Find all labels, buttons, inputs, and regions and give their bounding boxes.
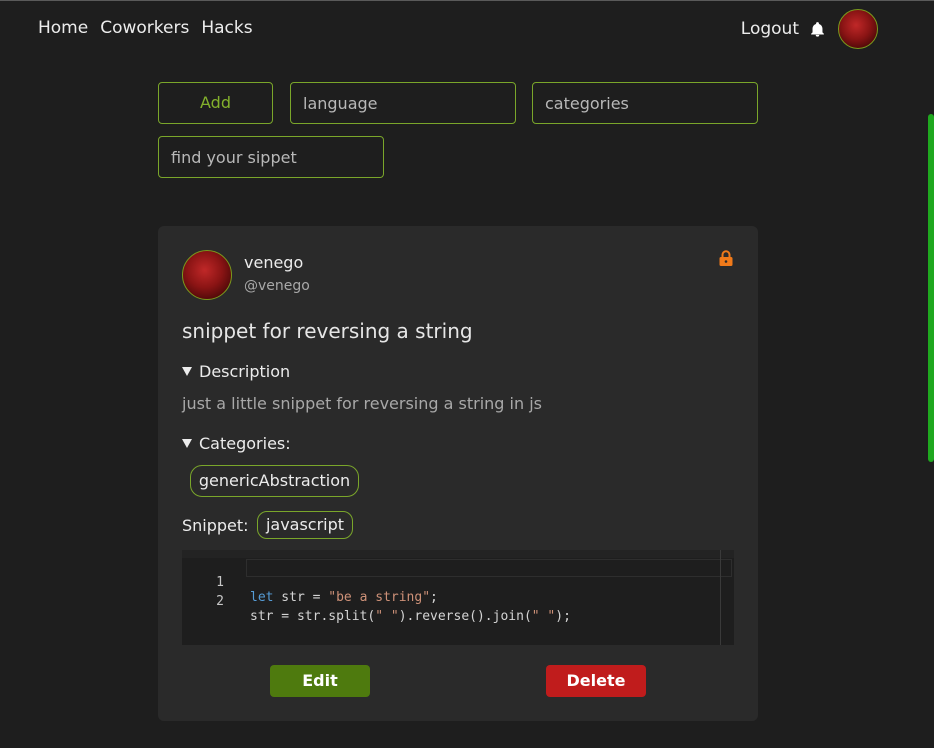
code-editor[interactable]: 1 let str = "be a string"; 2 str = str.s… bbox=[182, 550, 734, 645]
categories-filter-input[interactable] bbox=[532, 82, 758, 124]
user-nav: Logout bbox=[741, 9, 878, 49]
snippet-card: venego @venego snippet for reversing a s… bbox=[158, 226, 758, 721]
logout-link[interactable]: Logout bbox=[741, 19, 799, 39]
author-handle: @venego bbox=[244, 278, 310, 294]
user-avatar[interactable] bbox=[838, 9, 878, 49]
description-label: Description bbox=[199, 362, 291, 381]
language-tag[interactable]: javascript bbox=[257, 511, 353, 539]
code-text: let str = "be a string"; bbox=[250, 590, 438, 605]
line-number: 2 bbox=[216, 594, 224, 609]
expanded-triangle-icon bbox=[182, 439, 192, 448]
author-avatar[interactable] bbox=[182, 250, 232, 300]
top-border bbox=[0, 0, 934, 1]
snippet-description: just a little snippet for reversing a st… bbox=[182, 394, 542, 413]
main-nav: Home Coworkers Hacks bbox=[38, 18, 253, 38]
code-line: 2 str = str.split(" ").reverse().join(" … bbox=[182, 579, 571, 639]
categories-label: Categories: bbox=[199, 434, 291, 453]
author-name: venego bbox=[244, 253, 304, 272]
editor-ruler bbox=[720, 550, 721, 645]
nav-hacks-link[interactable]: Hacks bbox=[201, 18, 252, 38]
snippet-label: Snippet: bbox=[182, 516, 249, 535]
edit-button[interactable]: Edit bbox=[270, 665, 370, 697]
snippet-title: snippet for reversing a string bbox=[182, 319, 473, 343]
add-snippet-button[interactable]: Add Snippet bbox=[158, 82, 273, 152]
bell-icon[interactable] bbox=[809, 21, 826, 38]
category-tag[interactable]: genericAbstraction bbox=[190, 465, 359, 497]
language-filter-input[interactable] bbox=[290, 82, 516, 124]
current-line-highlight bbox=[246, 559, 732, 577]
description-toggle[interactable]: Description bbox=[182, 362, 290, 381]
code-text: str = str.split(" ").reverse().join(" ")… bbox=[250, 609, 571, 624]
categories-toggle[interactable]: Categories: bbox=[182, 434, 291, 453]
nav-coworkers-link[interactable]: Coworkers bbox=[100, 18, 189, 38]
lock-icon bbox=[719, 250, 733, 266]
nav-home-link[interactable]: Home bbox=[38, 18, 88, 38]
page-scrollbar[interactable] bbox=[928, 114, 934, 462]
expanded-triangle-icon bbox=[182, 367, 192, 376]
editor-top-bar bbox=[182, 550, 734, 558]
snippet-search-input[interactable] bbox=[158, 136, 384, 178]
delete-button[interactable]: Delete bbox=[546, 665, 646, 697]
